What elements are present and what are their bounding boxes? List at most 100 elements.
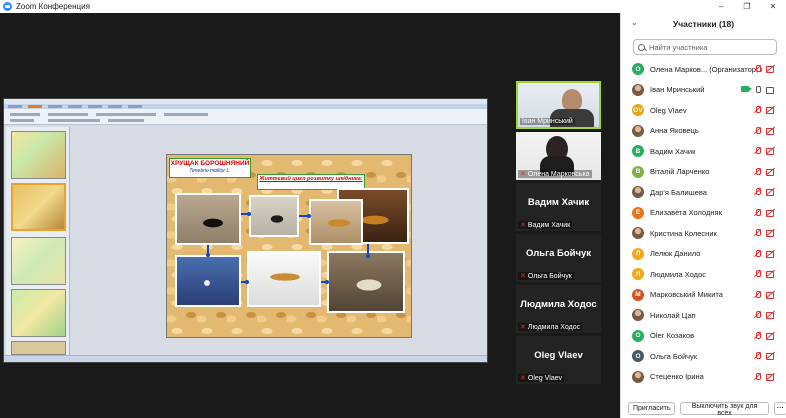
- participant-row[interactable]: Дар'я Балишева: [621, 182, 786, 203]
- camera-off-icon[interactable]: [766, 250, 775, 258]
- camera-off-icon[interactable]: [766, 147, 775, 155]
- camera-off-icon[interactable]: [766, 229, 775, 237]
- participant-status-icons: [754, 270, 775, 278]
- video-name-label: ✕ Олена Марковська: [518, 170, 592, 178]
- mic-icon[interactable]: [754, 85, 761, 94]
- participant-row[interactable]: O Olег Козаков: [621, 326, 786, 347]
- close-button[interactable]: ✕: [760, 0, 786, 13]
- participant-row[interactable]: В Вадим Хачик: [621, 141, 786, 162]
- mic-muted-icon[interactable]: [754, 106, 761, 114]
- slide-thumbnail-pane[interactable]: [6, 127, 70, 355]
- search-input[interactable]: [649, 42, 769, 52]
- arrow-icon: [241, 212, 251, 216]
- video-tile[interactable]: ✕ Олена Марковська: [516, 132, 601, 180]
- panel-title: Участники (18): [672, 19, 735, 29]
- participant-status-icons: [754, 229, 775, 237]
- participant-row[interactable]: Л Людмила Ходос: [621, 264, 786, 285]
- camera-off-icon[interactable]: [766, 188, 775, 196]
- larva-ruler-photo: [247, 251, 321, 307]
- slide-thumbnail[interactable]: [11, 237, 66, 285]
- mic-muted-icon[interactable]: [754, 208, 761, 217]
- video-tile[interactable]: Oleg Vlaev ✕ Oleg Vlaev: [516, 336, 601, 384]
- camera-off-icon[interactable]: [766, 332, 775, 340]
- participant-name: Вадим Хачик: [650, 146, 696, 156]
- mic-muted-icon[interactable]: [754, 229, 761, 237]
- chevron-down-icon[interactable]: ⌄: [631, 18, 638, 27]
- camera-off-icon[interactable]: [766, 209, 775, 217]
- participant-row[interactable]: Кристина Колесник: [621, 223, 786, 244]
- ppt-status-bar: [4, 355, 487, 362]
- participant-status-icons: [754, 290, 775, 299]
- camera-icon[interactable]: [766, 86, 775, 94]
- mic-muted-icon[interactable]: [754, 167, 761, 176]
- participant-search[interactable]: [633, 39, 777, 55]
- arrow-icon: [299, 214, 311, 218]
- mic-muted-icon: ✕: [520, 171, 526, 178]
- mic-muted-icon[interactable]: [754, 249, 761, 258]
- camera-off-icon[interactable]: [766, 168, 775, 176]
- participant-status-icons: [754, 331, 775, 340]
- panel-header: ⌄ Участники (18): [621, 13, 786, 35]
- mic-muted-icon[interactable]: [754, 188, 761, 196]
- mic-muted-icon[interactable]: [754, 65, 761, 73]
- video-tile[interactable]: Іван Мринський: [516, 81, 601, 129]
- arrow-icon: [241, 280, 249, 284]
- participant-row[interactable]: М Марковський Микита: [621, 285, 786, 306]
- video-tile[interactable]: Вадим Хачик ✕ Вадим Хачик: [516, 183, 601, 231]
- participant-status-icons: [754, 352, 775, 360]
- participant-name: Стеценко Ірина: [650, 372, 704, 382]
- participant-row[interactable]: Николай Цап: [621, 305, 786, 326]
- participants-panel: ⌄ Участники (18) O Олена Марков... (Орган…: [620, 13, 786, 418]
- avatar: [632, 227, 644, 240]
- camera-off-icon[interactable]: [766, 127, 775, 135]
- panel-footer: Пригласить Выключить звук для всех ···: [621, 399, 786, 418]
- mute-all-button[interactable]: Выключить звук для всех: [680, 402, 769, 417]
- camera-off-icon[interactable]: [766, 65, 775, 73]
- participant-row[interactable]: Іван Мринський: [621, 80, 786, 101]
- slide-thumbnail[interactable]: [11, 341, 66, 355]
- invite-button[interactable]: Пригласить: [628, 402, 676, 415]
- slide-thumbnail-selected[interactable]: [11, 183, 66, 231]
- camera-off-icon[interactable]: [766, 311, 775, 319]
- participant-row[interactable]: OV Oleg Vlaev: [621, 100, 786, 121]
- camera-off-icon[interactable]: [766, 373, 775, 381]
- participant-name: Лелюк Данило: [650, 249, 701, 259]
- participant-row[interactable]: Анна Яковець: [621, 121, 786, 142]
- camera-off-icon[interactable]: [766, 106, 775, 114]
- participant-row[interactable]: O Ольга Бойчук: [621, 346, 786, 367]
- camera-off-icon[interactable]: [766, 291, 775, 299]
- mic-muted-icon[interactable]: [754, 147, 761, 155]
- video-tile[interactable]: Людмила Ходос ✕ Людмила Ходос: [516, 285, 601, 333]
- more-button[interactable]: ···: [773, 402, 786, 415]
- minimize-button[interactable]: –: [708, 0, 734, 13]
- mic-muted-icon[interactable]: [754, 331, 761, 340]
- mic-muted-icon[interactable]: [754, 290, 761, 299]
- ppt-tab: [128, 105, 142, 108]
- mic-muted-icon[interactable]: [754, 126, 761, 135]
- avatar: [632, 83, 644, 96]
- title-bar: Zoom Конференция – ❐ ✕: [0, 0, 786, 13]
- camera-off-icon[interactable]: [766, 352, 775, 360]
- participant-row[interactable]: Е Елизавета Холодняк: [621, 203, 786, 224]
- mic-muted-icon[interactable]: [754, 372, 761, 381]
- mic-muted-icon[interactable]: [754, 270, 761, 278]
- meeting-area: ХРУЩАК БОРОШНЯНИЙ Tenebrio molitor L. Жи…: [0, 13, 620, 418]
- ppt-tab: [48, 105, 62, 108]
- participant-row[interactable]: Стеценко Ірина: [621, 367, 786, 388]
- mic-muted-icon[interactable]: [754, 311, 761, 319]
- participant-row[interactable]: В Віталій Ларченко: [621, 162, 786, 183]
- video-tile[interactable]: Ольга Бойчук ✕ Ольга Бойчук: [516, 234, 601, 282]
- slide-thumbnail[interactable]: [11, 131, 66, 179]
- participant-name: Ольга Бойчук: [650, 351, 698, 361]
- maximize-button[interactable]: ❐: [734, 0, 760, 13]
- shared-screen[interactable]: ХРУЩАК БОРОШНЯНИЙ Tenebrio molitor L. Жи…: [3, 98, 488, 363]
- slide-thumbnail[interactable]: [11, 289, 66, 337]
- mic-muted-icon[interactable]: [754, 352, 761, 360]
- participant-status-icons: [754, 188, 775, 196]
- video-big-name: Вадим Хачик: [527, 197, 590, 208]
- camera-off-icon[interactable]: [766, 270, 775, 278]
- participant-row[interactable]: O Олена Марков... (Организатор, я): [621, 59, 786, 80]
- participant-list: O Олена Марков... (Организатор, я) Іван Мр…: [621, 59, 786, 387]
- participant-row[interactable]: Л Лелюк Данило: [621, 244, 786, 265]
- young-beetle-photo: [249, 195, 299, 237]
